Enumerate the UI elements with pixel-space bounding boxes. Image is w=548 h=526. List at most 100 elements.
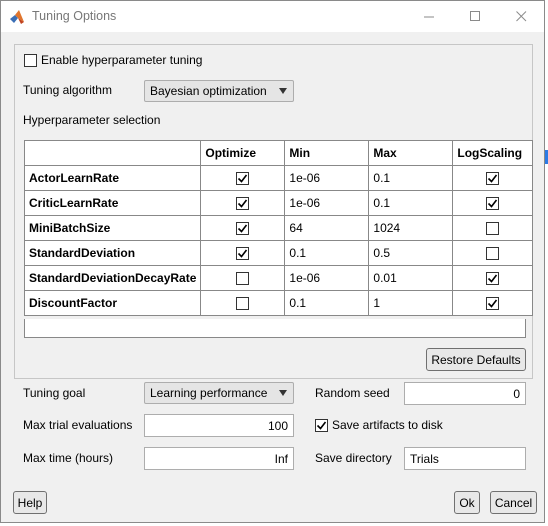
- close-button[interactable]: [498, 1, 544, 32]
- random-seed-field[interactable]: 0: [404, 382, 526, 405]
- save-directory-field[interactable]: Trials: [404, 447, 526, 470]
- table-header-row: Optimize Min Max LogScaling: [23, 140, 534, 166]
- table-header-name: [23, 140, 202, 166]
- max-trial-evaluations-label: Max trial evaluations: [23, 418, 133, 432]
- checkmark-icon: [488, 199, 498, 208]
- logscaling-cell: [452, 290, 534, 316]
- max-cell[interactable]: 1024: [368, 215, 454, 241]
- tuning-goal-value: Learning performance: [150, 386, 268, 400]
- table-row: CriticLearnRate 1e-06 0.1: [23, 190, 534, 216]
- optimize-cell: [200, 265, 286, 291]
- checkmark-icon: [238, 174, 248, 183]
- row-name: ActorLearnRate: [23, 165, 202, 191]
- table-header-optimize: Optimize: [200, 140, 286, 166]
- max-trial-evaluations-field[interactable]: 100: [144, 414, 294, 437]
- save-artifacts-checkbox[interactable]: [315, 419, 328, 432]
- maximize-button[interactable]: [452, 1, 498, 32]
- optimize-checkbox[interactable]: [236, 247, 250, 261]
- restore-defaults-button[interactable]: Restore Defaults: [426, 348, 526, 371]
- max-cell[interactable]: 0.1: [368, 165, 454, 191]
- optimize-checkbox[interactable]: [236, 272, 250, 286]
- optimize-checkbox[interactable]: [236, 197, 250, 211]
- max-cell[interactable]: 0.1: [368, 190, 454, 216]
- tuning-options-dialog: Tuning Options Enable hyperparameter tun…: [0, 0, 545, 523]
- max-cell[interactable]: 0.01: [368, 265, 454, 291]
- max-cell[interactable]: 0.5: [368, 240, 454, 266]
- table-header-max: Max: [368, 140, 454, 166]
- tuning-algorithm-value: Bayesian optimization: [150, 84, 267, 98]
- max-cell[interactable]: 1: [368, 290, 454, 316]
- tuning-goal-label: Tuning goal: [23, 386, 86, 400]
- hyperparameter-table: Optimize Min Max LogScaling ActorLearnRa…: [23, 140, 534, 316]
- logscaling-cell: [452, 165, 534, 191]
- ok-button[interactable]: Ok: [454, 491, 480, 514]
- row-name: MiniBatchSize: [23, 215, 202, 241]
- title-bar: Tuning Options: [1, 1, 544, 32]
- max-time-value: Inf: [274, 452, 288, 466]
- max-trial-evaluations-value: 100: [267, 419, 288, 433]
- optimize-cell: [200, 190, 286, 216]
- max-time-field[interactable]: Inf: [144, 447, 294, 470]
- save-artifacts-label: Save artifacts to disk: [332, 418, 443, 432]
- logscaling-checkbox[interactable]: [486, 197, 500, 211]
- checkmark-icon: [238, 199, 248, 208]
- table-header-logscaling: LogScaling: [452, 140, 534, 166]
- min-cell[interactable]: 0.1: [284, 240, 370, 266]
- random-seed-label: Random seed: [315, 386, 390, 400]
- optimize-cell: [200, 215, 286, 241]
- tuning-algorithm-label: Tuning algorithm: [23, 83, 112, 97]
- max-time-label: Max time (hours): [23, 451, 114, 465]
- table-empty-area: [24, 319, 526, 338]
- tuning-goal-dropdown[interactable]: Learning performance: [144, 382, 294, 404]
- enable-tuning-label: Enable hyperparameter tuning: [41, 53, 203, 67]
- logscaling-checkbox[interactable]: [486, 247, 500, 261]
- min-cell[interactable]: 1e-06: [284, 165, 370, 191]
- optimize-checkbox[interactable]: [236, 172, 250, 186]
- checkmark-icon: [488, 299, 498, 308]
- table-header-min: Min: [284, 140, 370, 166]
- logscaling-checkbox[interactable]: [486, 272, 500, 286]
- tuning-algorithm-dropdown[interactable]: Bayesian optimization: [144, 80, 294, 102]
- random-seed-value: 0: [513, 387, 520, 401]
- help-button[interactable]: Help: [13, 491, 47, 514]
- minimize-button[interactable]: [406, 1, 452, 32]
- min-cell[interactable]: 0.1: [284, 290, 370, 316]
- save-directory-label: Save directory: [315, 451, 392, 465]
- optimize-cell: [200, 290, 286, 316]
- checkmark-icon: [238, 224, 248, 233]
- logscaling-cell: [452, 240, 534, 266]
- min-cell[interactable]: 64: [284, 215, 370, 241]
- checkmark-icon: [238, 249, 248, 258]
- close-icon: [515, 11, 526, 22]
- logscaling-checkbox[interactable]: [486, 222, 500, 236]
- row-name: CriticLearnRate: [23, 190, 202, 216]
- checkmark-icon: [316, 421, 327, 430]
- matlab-logo-icon: [10, 10, 24, 24]
- table-row: StandardDeviation 0.1 0.5: [23, 240, 534, 266]
- logscaling-cell: [452, 215, 534, 241]
- checkmark-icon: [488, 274, 498, 283]
- logscaling-cell: [452, 265, 534, 291]
- table-row: MiniBatchSize 64 1024: [23, 215, 534, 241]
- minimize-icon: [423, 16, 434, 18]
- chevron-down-icon: [279, 88, 287, 94]
- row-name: StandardDeviation: [23, 240, 202, 266]
- logscaling-checkbox[interactable]: [486, 297, 500, 311]
- table-row: ActorLearnRate 1e-06 0.1: [23, 165, 534, 191]
- window-title: Tuning Options: [32, 9, 117, 23]
- table-row: StandardDeviationDecayRate 1e-06 0.01: [23, 265, 534, 291]
- row-name: StandardDeviationDecayRate: [23, 265, 202, 291]
- logscaling-cell: [452, 190, 534, 216]
- table-row: DiscountFactor 0.1 1: [23, 290, 534, 316]
- cancel-button[interactable]: Cancel: [490, 491, 537, 514]
- enable-tuning-checkbox[interactable]: [24, 54, 37, 67]
- hyperparameter-selection-label: Hyperparameter selection: [23, 113, 161, 127]
- row-name: DiscountFactor: [23, 290, 202, 316]
- logscaling-checkbox[interactable]: [486, 172, 500, 186]
- min-cell[interactable]: 1e-06: [284, 265, 370, 291]
- chevron-down-icon: [279, 390, 287, 396]
- min-cell[interactable]: 1e-06: [284, 190, 370, 216]
- optimize-checkbox[interactable]: [236, 222, 250, 236]
- optimize-cell: [200, 165, 286, 191]
- optimize-checkbox[interactable]: [236, 297, 250, 311]
